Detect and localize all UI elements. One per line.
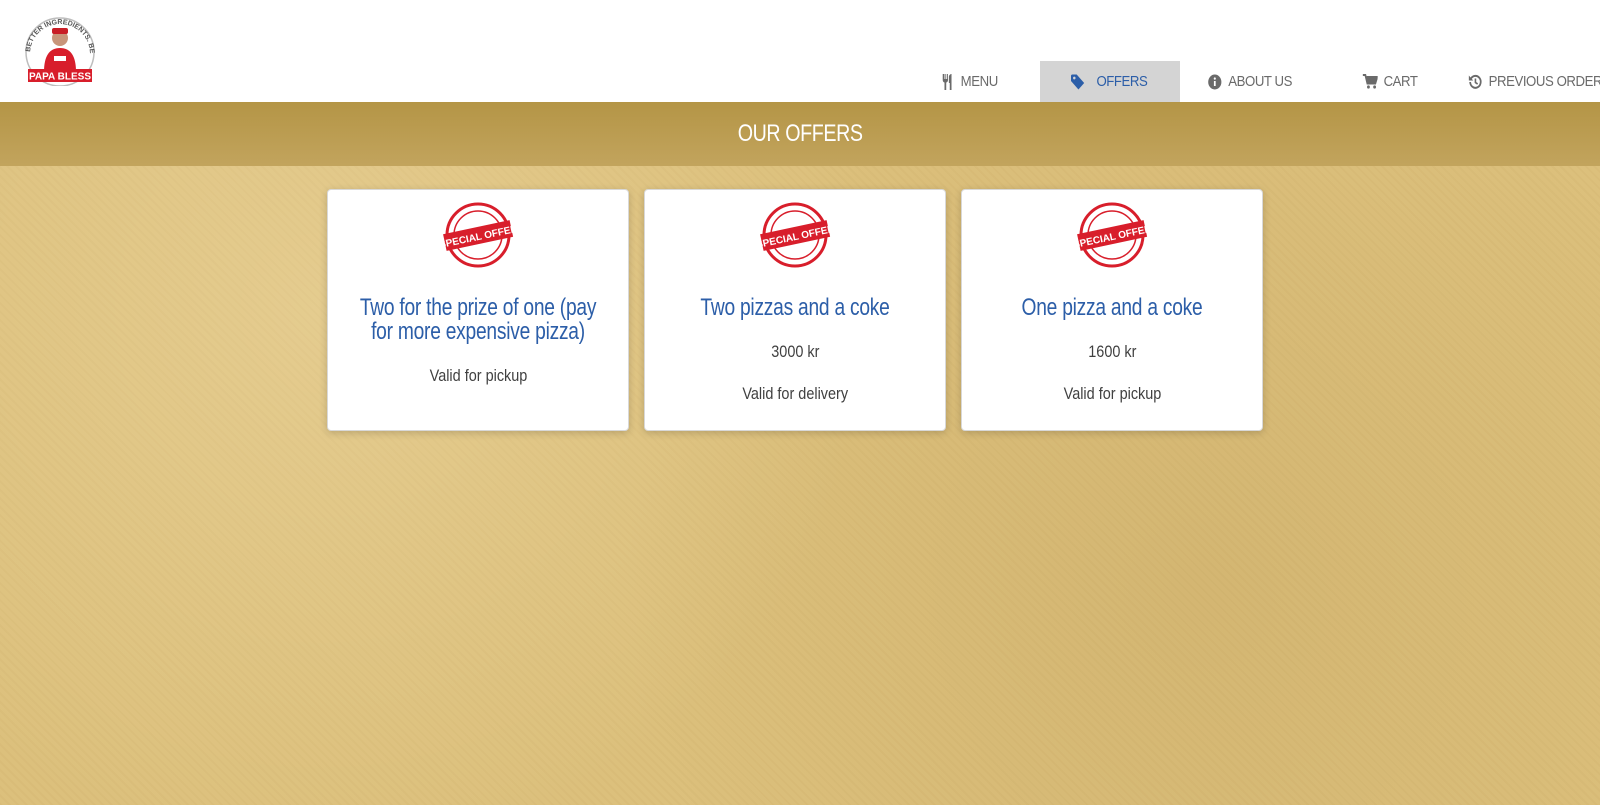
history-icon [1468,74,1482,90]
main-nav: MENU OFFERS ABOUT US CART PREVIOUS ORDER… [900,61,1600,102]
nav-label-menu: MENU [960,73,999,90]
offer-price: 1600 kr [1087,342,1137,361]
offer-validity: Valid for pickup [429,366,527,385]
page-banner: OUR OFFERS [0,102,1600,166]
offer-title: Two for the prize of one (pay for more e… [359,294,597,345]
offer-list: SPECIAL OFFER Two for the prize of one (… [327,189,1263,431]
offer-card[interactable]: SPECIAL OFFER One pizza and a coke 1600 … [961,189,1263,431]
site-header: BETTER INGREDIENTS. BETTER PIZZA PAPA BL… [0,0,1600,102]
info-icon [1208,74,1222,90]
papa-bless-logo[interactable]: BETTER INGREDIENTS. BETTER PIZZA PAPA BL… [19,9,98,87]
nav-label-previous-orders: PREVIOUS ORDERS [1488,73,1600,90]
logo-name: PAPA BLESS [29,72,91,83]
offer-card[interactable]: SPECIAL OFFER Two pizzas and a coke 3000… [644,189,946,431]
offer-validity: Valid for delivery [742,384,848,403]
offer-card[interactable]: SPECIAL OFFER Two for the prize of one (… [327,189,629,431]
nav-label-about-us: ABOUT US [1228,73,1292,90]
nav-item-cart[interactable]: CART [1328,61,1451,102]
nav-label-offers: OFFERS [1096,73,1147,90]
tag-icon [1070,74,1085,90]
offers-page: OUR OFFERS SPECIAL OFFER Two for the pri… [0,102,1600,805]
nav-item-about-us[interactable]: ABOUT US [1188,61,1311,102]
nav-item-previous-orders[interactable]: PREVIOUS ORDERS [1468,61,1600,102]
offer-title: One pizza and a coke [1021,294,1203,321]
cart-icon [1362,74,1378,89]
special-offer-stamp-icon: SPECIAL OFFER [438,202,519,268]
cutlery-icon [942,73,954,90]
nav-item-offers[interactable]: OFFERS [1040,61,1180,102]
special-offer-stamp-icon: SPECIAL OFFER [755,202,836,268]
nav-item-menu[interactable]: MENU [908,61,1031,102]
nav-label-cart: CART [1383,73,1418,90]
offer-validity: Valid for pickup [1063,384,1161,403]
offer-title: Two pizzas and a coke [700,294,890,321]
page-title: OUR OFFERS [737,120,863,147]
special-offer-stamp-icon: SPECIAL OFFER [1072,202,1153,268]
offer-price: 3000 kr [770,342,820,361]
